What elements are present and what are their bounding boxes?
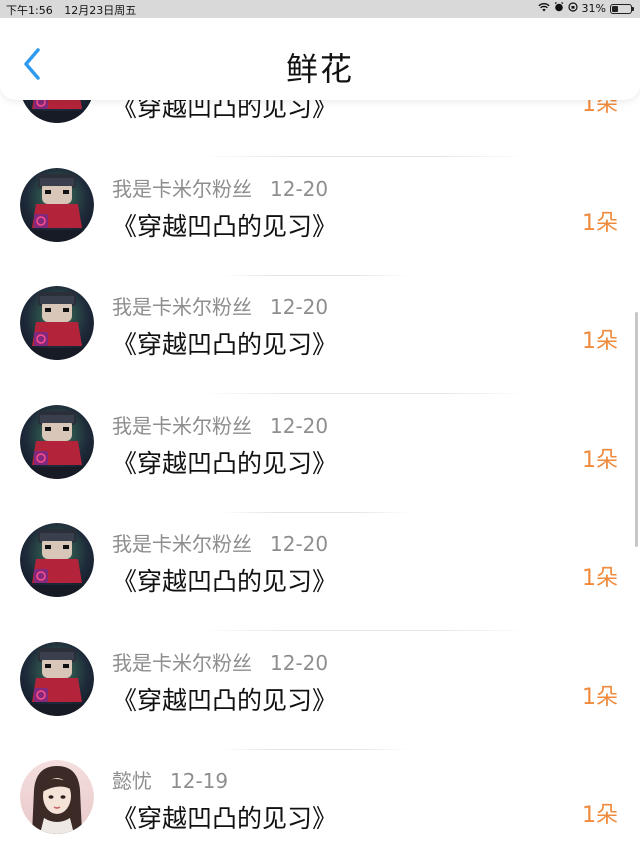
entry-date: 12-20 <box>270 532 329 556</box>
list-item[interactable]: 我是卡米尔粉丝 12-20 《穿越凹凸的见习》 1朵 <box>0 227 640 394</box>
user-name[interactable]: 我是卡米尔粉丝 <box>112 651 252 675</box>
entry-meta: 我是卡米尔粉丝 12-20 <box>112 528 328 557</box>
battery-icon <box>610 3 634 14</box>
user-name[interactable]: 我是卡米尔粉丝 <box>112 414 252 438</box>
user-name[interactable]: 我是卡米尔粉丝 <box>112 532 252 556</box>
entry-date: 12-20 <box>270 295 329 319</box>
entry-meta: 我是卡米尔粉丝 12-20 <box>112 410 328 439</box>
user-name[interactable]: 懿忧 <box>112 769 152 793</box>
flower-gift-list[interactable]: 《穿越凹凸的见习》 1朵 我是卡米尔粉丝 12-20 《穿越凹凸的见习》 1朵 我是卡米尔粉… <box>0 0 640 853</box>
entry-date: 12-20 <box>270 176 329 201</box>
entry-meta: 我是卡米尔粉丝 12-20 <box>112 173 328 202</box>
list-item[interactable]: 我是卡米尔粉丝 12-20 《穿越凹凸的见习》 1朵 <box>0 464 640 631</box>
entry-date: 12-20 <box>270 650 329 675</box>
scrollbar[interactable] <box>635 312 638 547</box>
status-date: 12月23日周五 <box>64 4 137 17</box>
user-name[interactable]: 我是卡米尔粉丝 <box>112 295 252 319</box>
avatar[interactable] <box>20 760 94 834</box>
nav-bar: 鲜花 <box>0 18 640 100</box>
orientation-lock-icon <box>567 2 578 15</box>
book-title: 《穿越凹凸的见习》 <box>112 804 338 833</box>
list-item[interactable]: 我是卡米尔粉丝 12-20 《穿越凹凸的见习》 1朵 <box>0 346 640 513</box>
entry-date: 12-19 <box>170 769 229 793</box>
status-bar: 下午1:56 12月23日周五 31% <box>0 0 640 18</box>
entry-meta: 懿忧 12-19 <box>112 765 228 794</box>
wifi-icon <box>537 2 550 15</box>
list-item[interactable]: 我是卡米尔粉丝 12-20 《穿越凹凸的见习》 1朵 <box>0 109 640 276</box>
entry-date: 12-20 <box>270 413 329 438</box>
list-item[interactable]: 我是卡米尔粉丝 12-20 《穿越凹凸的见习》 1朵 <box>0 583 640 750</box>
flower-count: 1朵 <box>582 803 618 828</box>
entry-meta: 我是卡米尔粉丝 12-20 <box>112 647 328 676</box>
list-item[interactable]: 懿忧 12-19 《穿越凹凸的见习》 1朵 <box>0 701 640 834</box>
alarm-icon <box>554 2 564 15</box>
battery-percent: 31% <box>581 2 606 15</box>
entry-meta: 我是卡米尔粉丝 12-20 <box>112 291 328 320</box>
user-name[interactable]: 我是卡米尔粉丝 <box>112 177 252 201</box>
page-title: 鲜花 <box>285 50 354 88</box>
status-time: 下午1:56 <box>6 4 53 17</box>
